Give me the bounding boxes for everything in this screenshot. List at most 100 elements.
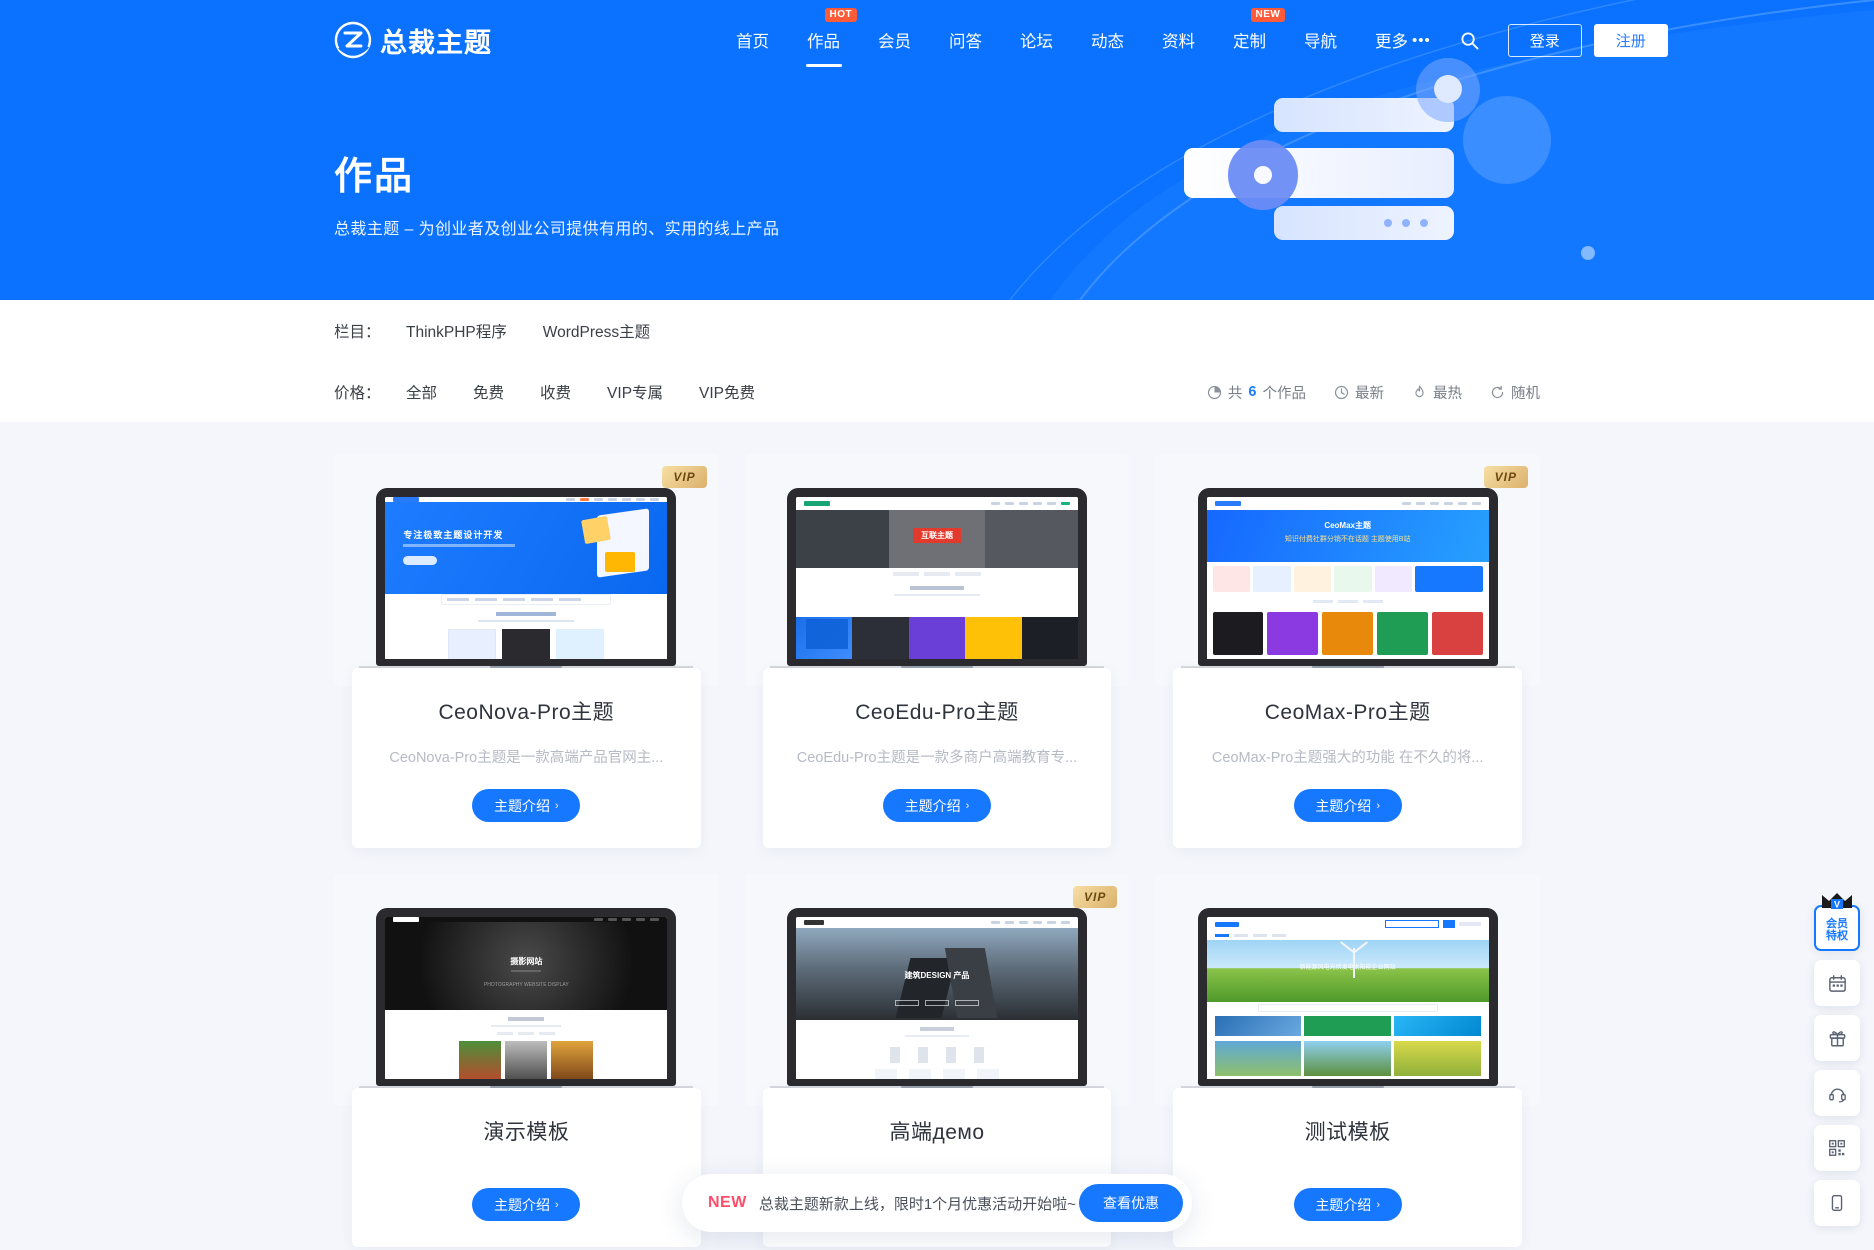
gift-icon bbox=[1829, 1030, 1845, 1046]
card-button-label: 主题介绍 bbox=[904, 797, 961, 814]
login-button[interactable]: 登录 bbox=[1507, 23, 1582, 57]
dock-vip-label-line2: 特权 bbox=[1826, 930, 1848, 942]
dock-support-button[interactable] bbox=[1814, 1070, 1860, 1116]
card-thumbnail[interactable]: 新能源风电光伏发电太阳能企业网站 bbox=[1155, 874, 1540, 1106]
page-title: 作品 bbox=[334, 156, 415, 198]
dock-mobile-button[interactable] bbox=[1814, 1180, 1860, 1226]
work-card[interactable]: VIP 专注极致主题设计开发 CeoNova-Pro主题 CeoNova-Pro… bbox=[334, 454, 719, 848]
clock-icon bbox=[1334, 385, 1349, 399]
laptop-mockup: 摄影网站 PHOTOGRAPHY WEBSITE DISPLAY bbox=[359, 907, 694, 1097]
price-option-vip-free[interactable]: VIP免费 bbox=[699, 381, 755, 403]
card-body: 测试模板 主题介绍 › bbox=[1173, 1088, 1522, 1247]
work-card[interactable]: 互联主题 CeoEdu-Pro主题 CeoEdu-Pro主题是一款多商户高端教育… bbox=[744, 454, 1130, 848]
card-body: CeoNova-Pro主题 CeoNova-Pro主题是一款高端产品官网主...… bbox=[352, 668, 701, 848]
card-thumbnail[interactable]: VIP CeoMax主题 知识付费社群分销不在话题 主题使用B站 bbox=[1155, 454, 1540, 686]
card-description: CeoMax-Pro主题强大的功能 在不久的将... bbox=[1211, 750, 1484, 766]
nav-item-more[interactable]: 更多 ••• bbox=[1356, 0, 1450, 80]
card-body: CeoMax-Pro主题 CeoMax-Pro主题强大的功能 在不久的将... … bbox=[1173, 668, 1522, 848]
category-option-wordpress[interactable]: WordPress主题 bbox=[543, 320, 650, 342]
fire-icon bbox=[1415, 385, 1424, 397]
nav-item-navigation[interactable]: 导航 bbox=[1285, 0, 1356, 80]
laptop-mockup: 互联主题 bbox=[769, 487, 1104, 677]
work-card[interactable]: 新能源风电光伏发电太阳能企业网站 测试模板 主题介绍 › bbox=[1155, 874, 1540, 1247]
total-count: 共 6 个作品 bbox=[1207, 382, 1306, 403]
work-card[interactable]: VIP CeoMax主题 知识付费社群分销不在话题 主题使用B站 CeoMax-… bbox=[1155, 454, 1540, 848]
site-brand[interactable]: 总裁主题 bbox=[334, 21, 492, 60]
work-card[interactable]: 摄影网站 PHOTOGRAPHY WEBSITE DISPLAY 演示模板 主题… bbox=[334, 874, 719, 1247]
card-button-label: 主题介绍 bbox=[1315, 797, 1372, 814]
category-filter-row: 栏目： ThinkPHP程序 WordPress主题 bbox=[334, 300, 1540, 362]
nav-item-member[interactable]: 会员 bbox=[859, 0, 930, 80]
card-title: 高端демо bbox=[889, 1121, 985, 1144]
nav-badge-hot: HOT bbox=[824, 8, 858, 22]
mobile-icon bbox=[1831, 1195, 1843, 1211]
nav-badge-new: NEW bbox=[1250, 8, 1286, 22]
price-filter-label: 价格： bbox=[334, 385, 381, 402]
chevron-right-icon: › bbox=[965, 799, 970, 812]
toast-action-button[interactable]: 查看优惠 bbox=[1079, 1184, 1183, 1222]
nav-item-works[interactable]: HOT 作品 bbox=[788, 0, 859, 80]
price-option-vip-only[interactable]: VIP专属 bbox=[607, 381, 663, 403]
nav-item-news[interactable]: 动态 bbox=[1072, 0, 1143, 80]
card-detail-button[interactable]: 主题介绍 › bbox=[1293, 789, 1402, 822]
dock-qrcode-button[interactable] bbox=[1814, 1125, 1860, 1171]
price-option-free[interactable]: 免费 bbox=[473, 381, 504, 403]
nav-label: 资料 bbox=[1162, 33, 1195, 51]
card-detail-button[interactable]: 主题介绍 › bbox=[472, 789, 581, 822]
nav-label: 动态 bbox=[1091, 33, 1124, 51]
sort-latest[interactable]: 最新 bbox=[1334, 382, 1384, 403]
search-icon[interactable] bbox=[1450, 20, 1490, 60]
dock-gift-button[interactable] bbox=[1814, 1015, 1860, 1061]
dock-vip-privilege-button[interactable]: V 会员 特权 bbox=[1814, 893, 1860, 951]
category-option-thinkphp[interactable]: ThinkPHP程序 bbox=[406, 320, 507, 342]
card-detail-button[interactable]: 主题介绍 › bbox=[472, 1188, 581, 1221]
card-body: CeoEdu-Pro主题 CeoEdu-Pro主题是一款多商户高端教育专... … bbox=[762, 668, 1112, 848]
card-button-label: 主题介绍 bbox=[493, 797, 550, 814]
promo-toast: NEW 总裁主题新款上线，限时1个月优惠活动开始啦~ 查看优惠 bbox=[682, 1174, 1192, 1232]
vip-badge: VIP bbox=[662, 466, 707, 488]
nav-item-qa[interactable]: 问答 bbox=[930, 0, 1001, 80]
sort-hottest[interactable]: 最热 bbox=[1412, 382, 1462, 403]
main-navbar: 总裁主题 首页 HOT 作品 会员 问答 论坛 动态 资料 NEW 定制 导航 … bbox=[0, 0, 1874, 80]
price-option-paid[interactable]: 收费 bbox=[540, 381, 571, 403]
card-button-label: 主题介绍 bbox=[493, 1196, 550, 1213]
card-detail-button[interactable]: 主题介绍 › bbox=[882, 789, 991, 822]
card-thumbnail[interactable]: 摄影网站 PHOTOGRAPHY WEBSITE DISPLAY bbox=[334, 874, 719, 1106]
calendar-icon bbox=[1828, 974, 1846, 992]
card-thumbnail[interactable]: VIP 建筑DESIGN 产品 bbox=[744, 874, 1130, 1106]
nav-label: 更多 bbox=[1375, 33, 1408, 51]
nav-label: 论坛 bbox=[1020, 33, 1053, 51]
card-button-label: 主题介绍 bbox=[1315, 1196, 1372, 1213]
works-grid: VIP 专注极致主题设计开发 CeoNova-Pro主题 CeoNova-Pro… bbox=[334, 454, 1540, 1247]
brand-name: 总裁主题 bbox=[380, 27, 492, 58]
register-button[interactable]: 注册 bbox=[1593, 23, 1668, 57]
nav-label: 问答 bbox=[949, 33, 982, 51]
laptop-mockup: 新能源风电光伏发电太阳能企业网站 bbox=[1180, 907, 1515, 1097]
chevron-right-icon: › bbox=[1376, 799, 1380, 812]
sort-hottest-label: 最热 bbox=[1433, 385, 1462, 402]
sort-latest-label: 最新 bbox=[1355, 385, 1384, 402]
sort-random[interactable]: 随机 bbox=[1490, 382, 1540, 403]
dock-calendar-button[interactable] bbox=[1814, 960, 1860, 1006]
headset-icon bbox=[1828, 1087, 1846, 1103]
card-thumbnail[interactable]: VIP 专注极致主题设计开发 bbox=[334, 454, 719, 686]
card-title: CeoNova-Pro主题 bbox=[438, 701, 615, 724]
nav-item-custom[interactable]: NEW 定制 bbox=[1214, 0, 1286, 80]
nav-item-home[interactable]: 首页 bbox=[717, 0, 788, 80]
nav-label: 导航 bbox=[1304, 33, 1337, 51]
nav-label: 会员 bbox=[878, 33, 911, 51]
nav-actions: 登录 注册 bbox=[1450, 20, 1668, 60]
card-thumbnail[interactable]: 互联主题 bbox=[744, 454, 1130, 686]
price-option-all[interactable]: 全部 bbox=[406, 381, 437, 403]
nav-item-forum[interactable]: 论坛 bbox=[1001, 0, 1072, 80]
svg-text:V: V bbox=[1834, 900, 1840, 910]
dock-vip-label-line1: 会员 bbox=[1826, 918, 1848, 930]
toast-new-badge: NEW bbox=[708, 1194, 747, 1211]
nav-item-resources[interactable]: 资料 bbox=[1143, 0, 1214, 80]
crown-icon: V bbox=[1822, 893, 1852, 910]
result-meta: 共 6 个作品 最新 最热 随机 bbox=[1207, 382, 1540, 403]
card-detail-button[interactable]: 主题介绍 › bbox=[1293, 1188, 1402, 1221]
more-dots-icon: ••• bbox=[1412, 31, 1431, 49]
nav-label: 定制 bbox=[1233, 33, 1266, 51]
total-prefix: 共 bbox=[1227, 385, 1243, 402]
